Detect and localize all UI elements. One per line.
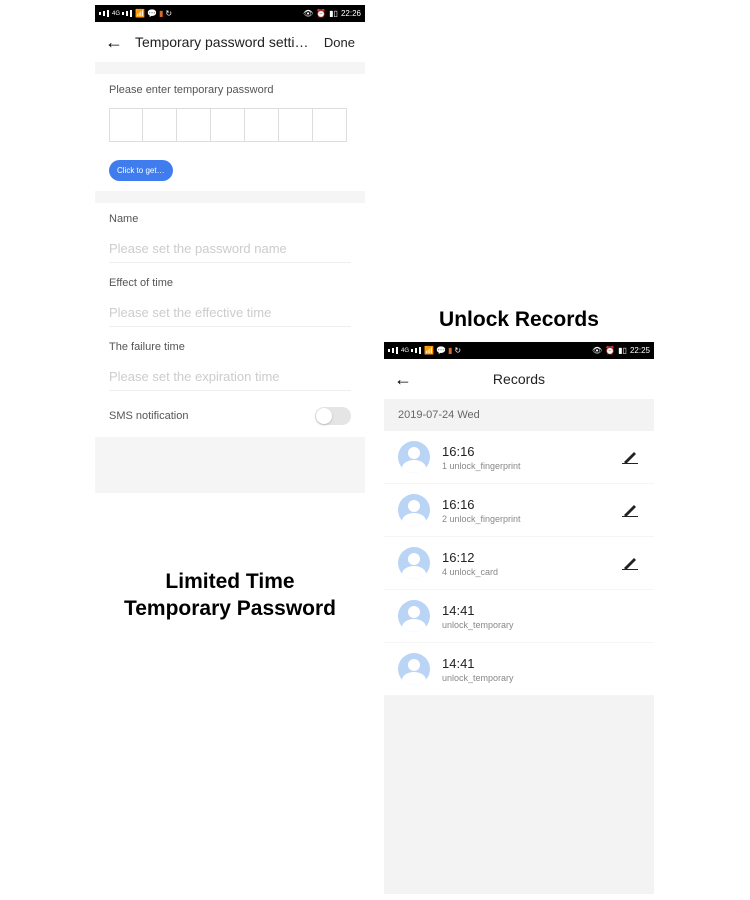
- avatar-icon: [398, 600, 430, 632]
- failure-time-input[interactable]: [109, 363, 351, 391]
- password-prompt: Please enter temporary password: [109, 84, 351, 96]
- password-entry-section: Please enter temporary password Click to…: [95, 74, 365, 191]
- effect-time-label: Effect of time: [109, 277, 351, 289]
- avatar-icon: [398, 494, 430, 526]
- alarm-icon: ⏰: [316, 9, 326, 18]
- sync-icon: ↻: [454, 346, 461, 355]
- record-text: 16:16 2 unlock_fingerprint: [442, 497, 610, 524]
- edit-icon[interactable]: [622, 450, 640, 464]
- battery-icon: ▮▯: [329, 9, 338, 18]
- sms-toggle[interactable]: [315, 407, 351, 425]
- record-text: 14:41 unlock_temporary: [442, 656, 640, 683]
- status-bar: 4G 📶 💬 ▮ ↻ 👁 ⏰ ▮▯ 22:26: [95, 5, 365, 22]
- status-left-icons: 4G 📶 💬 ▮ ↻: [99, 9, 172, 18]
- status-time: 22:25: [630, 346, 650, 355]
- avatar-icon: [398, 441, 430, 473]
- code-digit-3[interactable]: [177, 108, 211, 142]
- status-right-icons: 👁 ⏰ ▮▯ 22:25: [592, 346, 650, 355]
- record-text: 16:16 1 unlock_fingerprint: [442, 444, 610, 471]
- code-digit-7[interactable]: [313, 108, 347, 142]
- edit-icon[interactable]: [622, 556, 640, 570]
- effect-time-input[interactable]: [109, 299, 351, 327]
- wifi-icon: 📶: [135, 9, 145, 18]
- section-gap: [95, 191, 365, 203]
- done-button[interactable]: Done: [324, 35, 355, 50]
- record-row[interactable]: 16:12 4 unlock_card: [384, 537, 654, 590]
- status-left-icons: 4G 📶 💬 ▮ ↻: [388, 346, 461, 355]
- record-time: 16:16: [442, 444, 610, 459]
- back-icon[interactable]: ←: [394, 369, 412, 390]
- phone-records: 4G 📶 💬 ▮ ↻ 👁 ⏰ ▮▯ 22:25 ← Records 2019-0…: [384, 342, 654, 894]
- status-right-icons: 👁 ⏰ ▮▯ 22:26: [303, 9, 361, 18]
- date-header: 2019-07-24 Wed: [384, 399, 654, 431]
- right-caption: Unlock Records: [384, 306, 654, 333]
- page-title: Temporary password setti…: [135, 34, 312, 50]
- record-type: unlock_temporary: [442, 673, 640, 683]
- left-caption: Limited Time Temporary Password: [95, 568, 365, 623]
- toggle-knob: [316, 408, 332, 424]
- effect-time-field-group: Effect of time: [95, 267, 365, 331]
- blank-area: [384, 696, 654, 894]
- page-title: Records: [424, 371, 614, 387]
- name-field-group: Name: [95, 203, 365, 267]
- wechat-icon: 💬: [147, 9, 157, 18]
- record-row[interactable]: 16:16 1 unlock_fingerprint: [384, 431, 654, 484]
- nav-bar: ← Temporary password setti… Done: [95, 22, 365, 62]
- random-password-button[interactable]: Click to get a ran…: [109, 160, 173, 181]
- code-digit-6[interactable]: [279, 108, 313, 142]
- edit-icon[interactable]: [622, 503, 640, 517]
- avatar-icon: [398, 547, 430, 579]
- eye-icon: 👁: [303, 9, 313, 18]
- eye-icon: 👁: [592, 346, 602, 355]
- status-time: 22:26: [341, 9, 361, 18]
- battery-icon: ▮▯: [618, 346, 627, 355]
- record-time: 14:41: [442, 603, 640, 618]
- record-row[interactable]: 14:41 unlock_temporary: [384, 590, 654, 643]
- back-icon[interactable]: ←: [105, 32, 123, 53]
- record-row[interactable]: 14:41 unlock_temporary: [384, 643, 654, 696]
- notification-icon: ▮: [159, 9, 163, 18]
- phone-temporary-password: 4G 📶 💬 ▮ ↻ 👁 ⏰ ▮▯ 22:26 ← Temporary pass…: [95, 5, 365, 493]
- alarm-icon: ⏰: [605, 346, 615, 355]
- records-list: 16:16 1 unlock_fingerprint 16:16 2 unlock_f…: [384, 431, 654, 696]
- code-digit-2[interactable]: [143, 108, 177, 142]
- record-time: 14:41: [442, 656, 640, 671]
- record-type: 4 unlock_card: [442, 567, 610, 577]
- code-digit-1[interactable]: [109, 108, 143, 142]
- nav-bar: ← Records: [384, 359, 654, 399]
- notification-icon: ▮: [448, 346, 452, 355]
- status-bar: 4G 📶 💬 ▮ ↻ 👁 ⏰ ▮▯ 22:25: [384, 342, 654, 359]
- failure-time-label: The failure time: [109, 341, 351, 353]
- record-text: 16:12 4 unlock_card: [442, 550, 610, 577]
- code-digit-4[interactable]: [211, 108, 245, 142]
- record-time: 16:16: [442, 497, 610, 512]
- record-type: 1 unlock_fingerprint: [442, 461, 610, 471]
- record-time: 16:12: [442, 550, 610, 565]
- record-row[interactable]: 16:16 2 unlock_fingerprint: [384, 484, 654, 537]
- name-label: Name: [109, 213, 351, 225]
- sms-notification-row: SMS notification: [95, 395, 365, 437]
- sms-label: SMS notification: [109, 410, 188, 422]
- bottom-gap: [95, 437, 365, 493]
- sync-icon: ↻: [165, 9, 172, 18]
- password-code-boxes: [109, 108, 351, 142]
- wifi-icon: 📶: [424, 346, 434, 355]
- record-type: 2 unlock_fingerprint: [442, 514, 610, 524]
- section-gap: [95, 62, 365, 74]
- avatar-icon: [398, 653, 430, 685]
- name-input[interactable]: [109, 235, 351, 263]
- failure-time-field-group: The failure time: [95, 331, 365, 395]
- wechat-icon: 💬: [436, 346, 446, 355]
- record-text: 14:41 unlock_temporary: [442, 603, 640, 630]
- record-type: unlock_temporary: [442, 620, 640, 630]
- code-digit-5[interactable]: [245, 108, 279, 142]
